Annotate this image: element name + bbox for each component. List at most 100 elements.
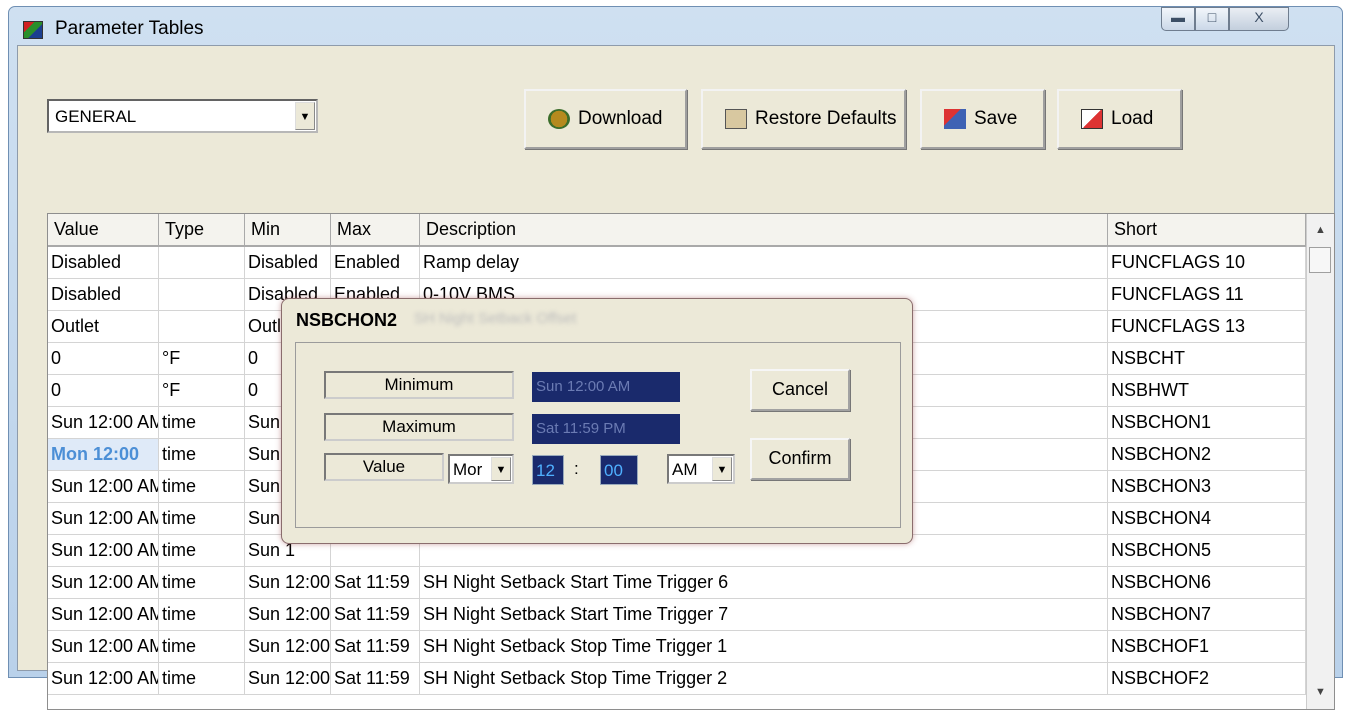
save-button[interactable]: Save <box>920 89 1045 149</box>
cell-description[interactable]: SH Night Setback Stop Time Trigger 1 <box>420 631 1108 662</box>
cell-value[interactable]: Sun 12:00 AM <box>48 599 159 630</box>
chevron-down-icon[interactable]: ▼ <box>295 102 315 130</box>
window-title: Parameter Tables <box>55 18 204 39</box>
load-button[interactable]: Load <box>1057 89 1182 149</box>
cell-value[interactable]: Sun 12:00 AM <box>48 407 159 438</box>
cell-value[interactable]: Sun 12:00 AM <box>48 535 159 566</box>
download-button[interactable]: Download <box>524 89 687 149</box>
download-label: Download <box>578 108 663 129</box>
cell-short[interactable]: FUNCFLAGS 10 <box>1108 247 1306 278</box>
cell-min[interactable]: Sun 12:00 <box>245 663 331 694</box>
maximize-button[interactable]: □ <box>1195 7 1229 31</box>
cell-short[interactable]: NSBCHON5 <box>1108 535 1306 566</box>
hour-input[interactable]: 12 <box>532 455 564 485</box>
table-row[interactable]: Sun 12:00 AM time Sun 12:00 Sat 11:59 SH Nig… <box>48 631 1306 663</box>
cell-description[interactable]: SH Night Setback Start Time Trigger 7 <box>420 599 1108 630</box>
ampm-select-value: AM <box>672 460 698 479</box>
cell-min[interactable]: Sun 12:00 <box>245 567 331 598</box>
cell-value[interactable]: Sun 12:00 AM <box>48 503 159 534</box>
close-button[interactable]: X <box>1229 7 1289 31</box>
cell-short[interactable]: NSBCHON2 <box>1108 439 1306 470</box>
cell-description[interactable]: SH Night Setback Start Time Trigger 6 <box>420 567 1108 598</box>
cell-max[interactable]: Enabled <box>331 247 420 278</box>
cell-short[interactable]: NSBCHON4 <box>1108 503 1306 534</box>
table-row[interactable]: Disabled Disabled Enabled Ramp delay FUNCFLA… <box>48 247 1306 279</box>
scroll-up-icon[interactable]: ▲ <box>1307 214 1334 246</box>
cell-short[interactable]: NSBCHON7 <box>1108 599 1306 630</box>
cell-short[interactable]: NSBCHT <box>1108 343 1306 374</box>
chevron-down-icon[interactable]: ▼ <box>712 457 732 481</box>
column-header-description[interactable]: Description <box>420 214 1108 247</box>
cell-value[interactable]: Sun 12:00 AM <box>48 567 159 598</box>
cell-type[interactable] <box>159 247 245 278</box>
cell-short[interactable]: NSBCHOF2 <box>1108 663 1306 694</box>
cancel-button[interactable]: Cancel <box>750 369 850 411</box>
cell-min[interactable]: Sun 12:00 <box>245 599 331 630</box>
cell-short[interactable]: FUNCFLAGS 13 <box>1108 311 1306 342</box>
day-select-value: Mor <box>453 460 483 479</box>
cell-value[interactable]: 0 <box>48 343 159 374</box>
cell-short[interactable]: NSBCHOF1 <box>1108 631 1306 662</box>
confirm-button[interactable]: Confirm <box>750 438 850 480</box>
cell-max[interactable]: Sat 11:59 <box>331 663 420 694</box>
save-label: Save <box>974 108 1018 129</box>
table-select[interactable]: GENERAL ▼ <box>47 99 318 133</box>
cell-type[interactable]: time <box>159 535 245 566</box>
cell-type[interactable]: time <box>159 471 245 502</box>
table-row[interactable]: Sun 12:00 AM time Sun 12:00 Sat 11:59 SH Nig… <box>48 599 1306 631</box>
load-icon <box>1081 109 1103 129</box>
scroll-thumb[interactable] <box>1309 247 1331 273</box>
cell-min[interactable]: Sun 12:00 <box>245 631 331 662</box>
ampm-select[interactable]: AM ▼ <box>667 454 735 484</box>
cell-type[interactable]: time <box>159 599 245 630</box>
cell-type[interactable]: time <box>159 663 245 694</box>
cell-short[interactable]: FUNCFLAGS 11 <box>1108 279 1306 310</box>
column-header-value[interactable]: Value <box>48 214 159 247</box>
cell-max[interactable]: Sat 11:59 <box>331 631 420 662</box>
restore-icon <box>725 109 747 129</box>
cell-max[interactable]: Sat 11:59 <box>331 567 420 598</box>
cell-type[interactable]: time <box>159 567 245 598</box>
cell-value[interactable]: Outlet <box>48 311 159 342</box>
cell-value[interactable]: Sun 12:00 AM <box>48 471 159 502</box>
cell-value[interactable]: Sun 12:00 AM <box>48 663 159 694</box>
cell-type[interactable]: time <box>159 439 245 470</box>
cell-type[interactable]: °F <box>159 375 245 406</box>
cell-value[interactable]: 0 <box>48 375 159 406</box>
save-icon <box>944 109 966 129</box>
cell-short[interactable]: NSBCHON6 <box>1108 567 1306 598</box>
cell-value[interactable]: Sun 12:00 AM <box>48 631 159 662</box>
restore-defaults-button[interactable]: Restore Defaults <box>701 89 906 149</box>
cell-short[interactable]: NSBCHON3 <box>1108 471 1306 502</box>
vertical-scrollbar[interactable]: ▲ ▼ <box>1306 214 1334 709</box>
minimize-button[interactable]: ▬ <box>1161 7 1195 31</box>
cell-description[interactable]: Ramp delay <box>420 247 1108 278</box>
cell-type[interactable]: time <box>159 503 245 534</box>
cell-type[interactable]: time <box>159 631 245 662</box>
cell-value[interactable]: Disabled <box>48 279 159 310</box>
table-row[interactable]: Sun 12:00 AM time Sun 12:00 Sat 11:59 SH Nig… <box>48 663 1306 695</box>
cell-type[interactable]: °F <box>159 343 245 374</box>
minute-input[interactable]: 00 <box>600 455 638 485</box>
dialog-panel: Minimum Sun 12:00 AM Maximum Sat 11:59 P… <box>295 342 901 528</box>
day-select[interactable]: Mor ▼ <box>448 454 514 484</box>
cell-description[interactable]: SH Night Setback Stop Time Trigger 2 <box>420 663 1108 694</box>
cell-type[interactable]: time <box>159 407 245 438</box>
cell-short[interactable]: NSBHWT <box>1108 375 1306 406</box>
column-header-type[interactable]: Type <box>159 214 245 247</box>
scroll-down-icon[interactable]: ▼ <box>1307 676 1334 708</box>
cell-value[interactable]: Mon 12:00 <box>48 439 159 470</box>
cell-min[interactable]: Disabled <box>245 247 331 278</box>
table-select-value: GENERAL <box>55 107 137 126</box>
cell-value[interactable]: Disabled <box>48 247 159 278</box>
column-header-short[interactable]: Short <box>1108 214 1306 247</box>
cell-short[interactable]: NSBCHON1 <box>1108 407 1306 438</box>
table-row[interactable]: Sun 12:00 AM time Sun 12:00 Sat 11:59 SH Nig… <box>48 567 1306 599</box>
cell-type[interactable] <box>159 311 245 342</box>
column-header-max[interactable]: Max <box>331 214 420 247</box>
chevron-down-icon[interactable]: ▼ <box>491 457 511 481</box>
cell-max[interactable]: Sat 11:59 <box>331 599 420 630</box>
maximum-value: Sat 11:59 PM <box>532 414 680 444</box>
cell-type[interactable] <box>159 279 245 310</box>
column-header-min[interactable]: Min <box>245 214 331 247</box>
